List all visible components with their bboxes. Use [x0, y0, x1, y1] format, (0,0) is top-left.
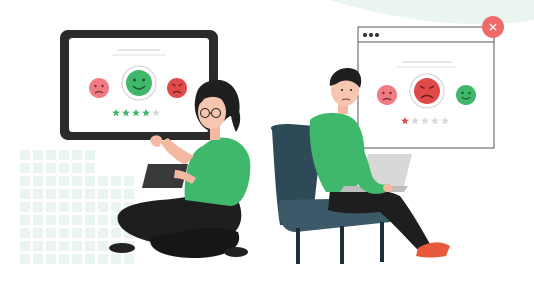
grid-tile — [20, 254, 30, 264]
grid-tile — [33, 254, 43, 264]
grid-tile — [85, 254, 95, 264]
grid-tile — [20, 176, 30, 186]
background-blob — [330, 0, 534, 25]
sad-face-icon[interactable] — [377, 85, 397, 105]
grid-tile — [46, 215, 56, 225]
window-dots — [363, 33, 379, 37]
grid-tile — [46, 150, 56, 160]
window-dot-icon — [375, 33, 379, 37]
grid-tile — [98, 215, 108, 225]
grid-tile — [111, 189, 121, 199]
grid-tile — [85, 215, 95, 225]
grid-tile — [111, 228, 121, 238]
grid-tile — [46, 202, 56, 212]
grid-tile — [59, 228, 69, 238]
grid-tile — [111, 176, 121, 186]
angry-face-selected-icon[interactable] — [409, 73, 445, 109]
grid-tile — [46, 228, 56, 238]
angry-face-icon[interactable] — [167, 78, 187, 98]
grid-tile — [98, 202, 108, 212]
grid-tile — [72, 241, 82, 251]
grid-tile — [98, 254, 108, 264]
close-symbol: ✕ — [488, 21, 498, 35]
grid-tile — [59, 163, 69, 173]
grid-tile — [98, 241, 108, 251]
grid-tile — [72, 150, 82, 160]
grid-tile — [85, 176, 95, 186]
grid-tile — [72, 254, 82, 264]
grid-tile — [72, 228, 82, 238]
grid-tile — [72, 202, 82, 212]
tablet-feedback-card — [60, 30, 218, 140]
grid-tile — [33, 202, 43, 212]
grid-tile — [72, 176, 82, 186]
grid-tile — [85, 189, 95, 199]
grid-tile — [20, 228, 30, 238]
grid-tile — [59, 150, 69, 160]
grid-tile — [46, 241, 56, 251]
grid-tile — [20, 215, 30, 225]
grid-tile — [85, 202, 95, 212]
happy-face-selected-icon[interactable] — [121, 65, 157, 101]
illustration-scene: ✕ — [20, 0, 534, 264]
grid-tile — [20, 202, 30, 212]
grid-tile — [85, 241, 95, 251]
browser-feedback-card — [357, 26, 495, 149]
grid-tile — [59, 189, 69, 199]
grid-tile — [98, 228, 108, 238]
grid-tile — [46, 176, 56, 186]
grid-tile — [33, 241, 43, 251]
grid-tile — [20, 241, 30, 251]
grid-tile — [33, 189, 43, 199]
window-dot-icon — [369, 33, 373, 37]
grid-tile — [33, 150, 43, 160]
happy-face-icon[interactable] — [456, 85, 476, 105]
grid-tile — [124, 189, 134, 199]
grid-tile — [85, 163, 95, 173]
grid-tile — [33, 163, 43, 173]
grid-tile — [98, 189, 108, 199]
grid-tile — [124, 176, 134, 186]
grid-tile — [20, 150, 30, 160]
grid-tile — [72, 189, 82, 199]
grid-tile — [20, 189, 30, 199]
grid-tile — [59, 241, 69, 251]
grid-tile — [59, 254, 69, 264]
grid-tile — [59, 176, 69, 186]
sad-face-icon[interactable] — [89, 78, 109, 98]
grid-tile — [111, 254, 121, 264]
grid-tile — [72, 163, 82, 173]
grid-tile — [46, 189, 56, 199]
grid-tile — [85, 150, 95, 160]
grid-tile — [72, 215, 82, 225]
grid-tile — [33, 228, 43, 238]
grid-tile — [46, 163, 56, 173]
grid-tile — [111, 202, 121, 212]
grid-tile — [33, 215, 43, 225]
grid-tile — [46, 254, 56, 264]
grid-tile — [33, 176, 43, 186]
window-dot-icon — [363, 33, 367, 37]
grid-tile — [85, 228, 95, 238]
close-button[interactable]: ✕ — [482, 16, 504, 38]
grid-tile — [59, 202, 69, 212]
grid-tile — [59, 215, 69, 225]
grid-tile — [98, 176, 108, 186]
grid-tile — [124, 254, 134, 264]
grid-tile — [20, 163, 30, 173]
